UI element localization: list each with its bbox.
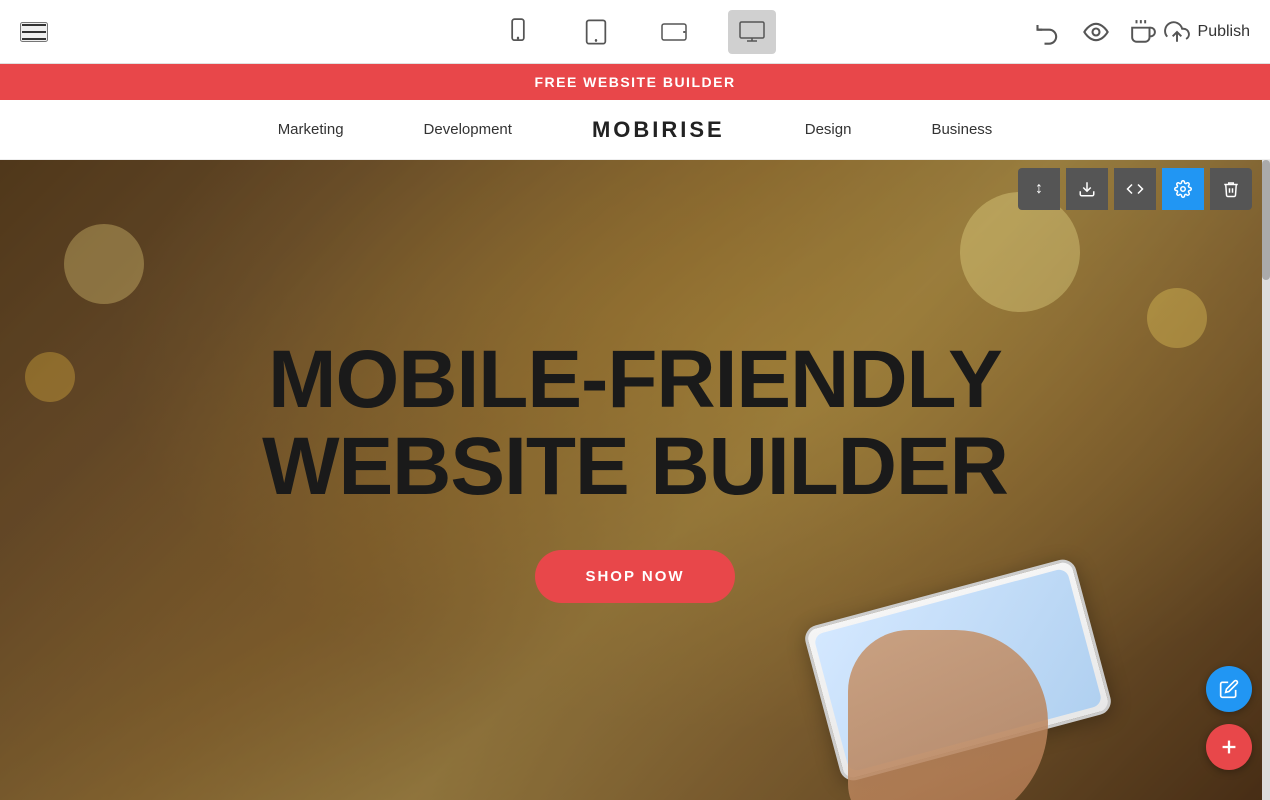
- hamburger-line-1: [22, 24, 46, 26]
- hand-shape: [848, 630, 1048, 800]
- nav-design[interactable]: Design: [805, 121, 852, 138]
- device-switcher: [494, 10, 776, 54]
- block-controls: ↕: [1018, 168, 1252, 210]
- publish-label: Publish: [1198, 23, 1250, 41]
- hero-content: MOBILE-FRIENDLY WEBSITE BUILDER SHOP NOW: [202, 337, 1068, 602]
- download-block-button[interactable]: [1066, 168, 1108, 210]
- code-block-button[interactable]: [1114, 168, 1156, 210]
- preview-button[interactable]: [1082, 18, 1110, 46]
- move-icon: ↕: [1035, 180, 1043, 198]
- bokeh-1: [64, 224, 144, 304]
- hamburger-line-3: [22, 38, 46, 40]
- site-brand: MOBIRISE: [592, 117, 725, 143]
- desktop-icon: [738, 18, 766, 46]
- shop-now-button[interactable]: SHOP NOW: [535, 550, 734, 603]
- delete-block-button[interactable]: [1210, 168, 1252, 210]
- hero-section: MOBILE-FRIENDLY WEBSITE BUILDER SHOP NOW…: [0, 160, 1270, 800]
- bokeh-3: [960, 192, 1080, 312]
- upload-cloud-icon: [1164, 19, 1190, 45]
- add-block-fab-button[interactable]: [1206, 724, 1252, 770]
- add-icon: [1218, 736, 1240, 758]
- hero-title-line1: MOBILE-FRIENDLY: [268, 334, 1002, 425]
- menu-button[interactable]: [20, 22, 48, 42]
- site-nav: Marketing Development MOBIRISE Design Bu…: [0, 100, 1270, 160]
- bokeh-4: [1147, 288, 1207, 348]
- toolbar-left: [20, 22, 48, 42]
- undo-icon: [1034, 18, 1062, 46]
- tablet-icon: [582, 18, 610, 46]
- nav-marketing[interactable]: Marketing: [278, 121, 344, 138]
- tablet-landscape-icon: [660, 18, 688, 46]
- edit-fab-button[interactable]: [1206, 666, 1252, 712]
- code-icon: [1126, 180, 1144, 198]
- preview-icon: [1082, 18, 1110, 46]
- edit-icon: [1219, 679, 1239, 699]
- scrollbar-thumb[interactable]: [1262, 160, 1270, 280]
- publish-button[interactable]: Publish: [1130, 19, 1250, 45]
- toolbar: Publish: [0, 0, 1270, 64]
- settings-block-button[interactable]: [1162, 168, 1204, 210]
- mobile-view-button[interactable]: [494, 10, 542, 54]
- banner-text: FREE WEBSITE BUILDER: [534, 74, 735, 90]
- desktop-view-button[interactable]: [728, 10, 776, 54]
- fab-container: [1206, 666, 1252, 770]
- download-icon: [1078, 180, 1096, 198]
- scrollbar[interactable]: [1262, 160, 1270, 800]
- toolbar-right: Publish: [1034, 18, 1250, 46]
- mobile-icon: [504, 18, 532, 46]
- undo-button[interactable]: [1034, 18, 1062, 46]
- tablet-view-button[interactable]: [572, 10, 620, 54]
- move-block-button[interactable]: ↕: [1018, 168, 1060, 210]
- free-banner: FREE WEBSITE BUILDER: [0, 64, 1270, 100]
- hero-title-line2: WEBSITE BUILDER: [262, 421, 1008, 512]
- hero-title: MOBILE-FRIENDLY WEBSITE BUILDER: [262, 337, 1008, 509]
- tablet-landscape-button[interactable]: [650, 10, 698, 54]
- nav-business[interactable]: Business: [931, 121, 992, 138]
- hamburger-line-2: [22, 31, 46, 33]
- nav-development[interactable]: Development: [424, 121, 512, 138]
- publish-icon: [1130, 19, 1156, 45]
- delete-icon: [1222, 180, 1240, 198]
- settings-icon: [1174, 180, 1192, 198]
